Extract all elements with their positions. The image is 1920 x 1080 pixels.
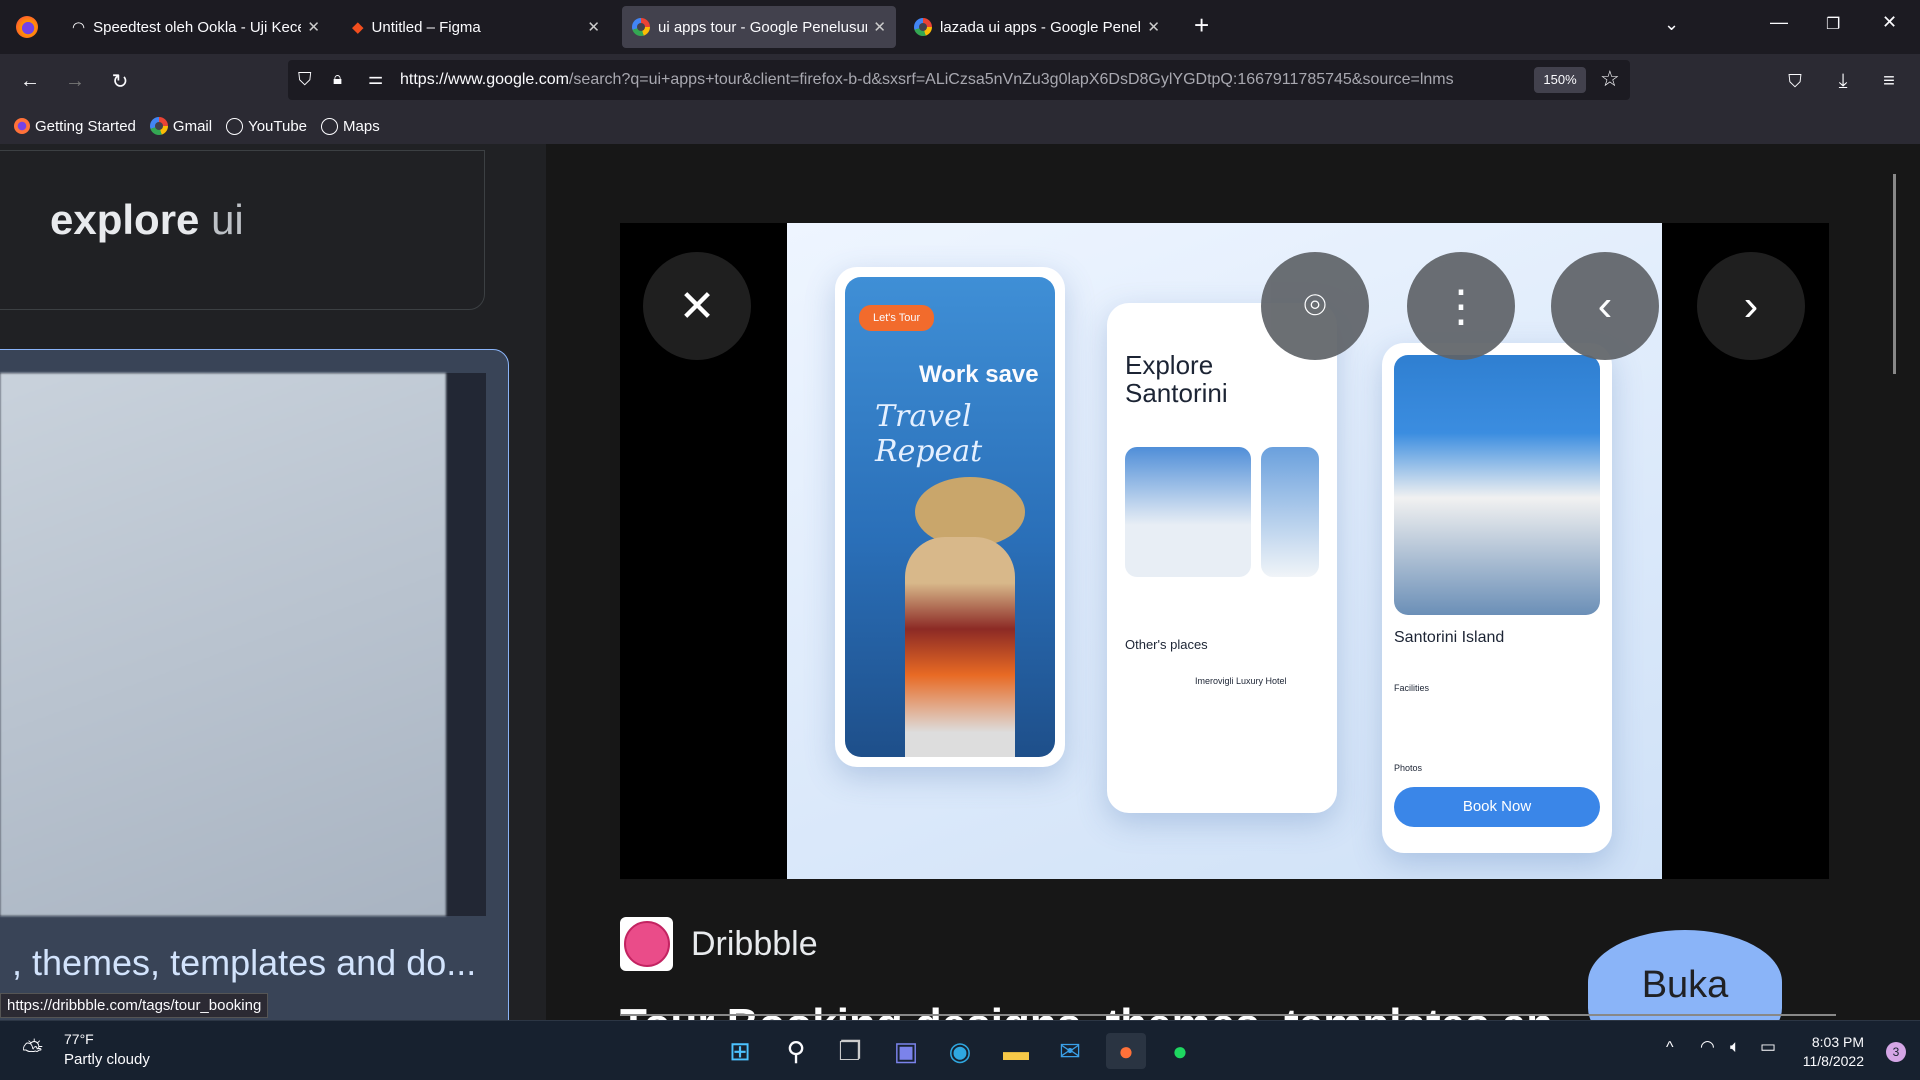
list-tabs-icon[interactable]: ⌄ [1664,14,1679,35]
results-pane: explore ui , themes, templates and do...… [0,144,546,1020]
task-view-icon[interactable]: ❐ [832,1033,868,1069]
link-status-tooltip: https://dribbble.com/tags/tour_booking [0,993,269,1018]
next-image-button[interactable]: › [1697,252,1805,360]
bookmark-youtube[interactable]: YouTube [226,117,307,135]
google-lens-button[interactable]: ⌾ [1261,252,1369,360]
new-tab-button[interactable]: + [1194,10,1209,41]
explore-heading: explore ui [50,196,244,243]
close-tab-icon[interactable]: ✕ [307,18,320,36]
url-text[interactable]: https://www.google.com/search?q=ui+apps+… [400,71,1525,89]
permissions-icon[interactable]: ⚌ [368,69,383,89]
search-icon[interactable]: ⚲ [778,1033,814,1069]
tray-chevron-icon[interactable]: ^ [1666,1039,1674,1057]
close-tab-icon[interactable]: ✕ [1147,18,1160,36]
google-icon [914,18,932,36]
google-icon [632,18,650,36]
preview-image[interactable]: Let's Tour Work save Travel Repeat Explo… [787,223,1662,879]
battery-icon[interactable]: ▭ [1760,1037,1776,1057]
bookmark-getting-started[interactable]: Getting Started [14,118,136,135]
bookmark-star-icon[interactable]: ☆ [1600,66,1620,92]
google-icon [149,117,168,135]
shield-icon[interactable]: ⛉ [298,69,312,90]
firefox-icon [14,118,30,134]
more-options-button[interactable]: ⋮ [1407,252,1515,360]
clock[interactable]: 8:03 PM 11/8/2022 [1803,1033,1864,1071]
notification-badge[interactable]: 3 [1886,1042,1906,1062]
previous-image-button[interactable]: ‹ [1551,252,1659,360]
reload-icon[interactable]: ↻ [105,66,135,96]
back-icon[interactable]: ← [15,66,45,96]
start-icon[interactable]: ⊞ [722,1033,758,1069]
close-window-button[interactable]: ✕ [1882,12,1897,33]
divider [620,1014,1836,1016]
result-thumbnail[interactable] [0,373,486,916]
pocket-icon[interactable]: ⛉ [1780,66,1810,96]
edge-icon[interactable]: ◉ [942,1033,978,1069]
wifi-icon[interactable]: ◠ [1700,1037,1715,1057]
mock-phone-3: Santorini Island Facilities Photos Book … [1382,343,1612,853]
file-explorer-icon[interactable]: ▬ [998,1033,1034,1069]
result-title[interactable]: , themes, templates and do... [12,942,476,984]
tab-figma[interactable]: ◆ Untitled – Figma ✕ [342,6,610,48]
dribbble-logo [620,917,673,971]
figma-icon: ◆ [352,19,364,36]
mock-phone-1: Let's Tour Work save Travel Repeat [835,267,1065,767]
mock-phone-2: Explore Santorini Other's places Imerovi… [1107,303,1337,813]
download-icon[interactable]: ⤓ [1828,66,1858,96]
firefox-menu-icon[interactable] [16,16,38,38]
teams-chat-icon[interactable]: ▣ [888,1033,924,1069]
weather-temp[interactable]: 77°F [64,1031,94,1047]
bookmark-maps[interactable]: Maps [321,117,380,135]
close-tab-icon[interactable]: ✕ [587,18,600,36]
globe-icon [226,117,244,135]
weather-icon[interactable]: ⛅︎ [22,1035,43,1067]
page-content: explore ui , themes, templates and do...… [0,144,1920,1020]
open-button[interactable]: Buka [1588,930,1782,1020]
globe-icon [321,117,339,135]
lock-icon[interactable]: 🔒︎ [333,69,342,89]
bookmarks-toolbar: Getting Started Gmail YouTube Maps [0,108,1920,144]
speedtest-icon: ◠ [72,19,86,36]
forward-icon[interactable]: → [60,66,90,96]
minimize-button[interactable]: — [1770,12,1788,33]
bookmark-gmail[interactable]: Gmail [149,117,212,135]
volume-icon[interactable]: 🔈︎ [1730,1037,1740,1057]
weather-desc[interactable]: Partly cloudy [64,1051,150,1068]
spotify-icon[interactable]: ● [1162,1033,1198,1069]
restore-button[interactable]: ❐ [1826,14,1840,34]
firefox-taskbar-icon[interactable]: ● [1106,1033,1146,1069]
scrollbar[interactable] [1893,174,1896,374]
preview-title-link[interactable]: Tour Booking designs, themes, templates … [620,1000,1553,1020]
zoom-level-button[interactable]: 150% [1534,67,1586,93]
thumbnail-image [0,373,446,916]
tab-strip: ◠Speedtest oleh Ookla - Uji Kecepatan✕ ◆… [0,0,1920,54]
close-preview-button[interactable]: ✕ [643,252,751,360]
image-source[interactable]: Dribbble [620,917,818,971]
tab-speedtest[interactable]: ◠Speedtest oleh Ookla - Uji Kecepatan✕ [62,6,330,48]
image-preview-panel: Let's Tour Work save Travel Repeat Explo… [546,144,1920,1020]
mail-icon[interactable]: ✉ [1052,1033,1088,1069]
windows-taskbar: ⛅︎ 77°F Partly cloudy ⊞ ⚲ ❐ ▣ ◉ ▬ ✉ ● ● … [0,1020,1920,1080]
menu-icon[interactable]: ≡ [1874,66,1904,96]
tab-lazada[interactable]: lazada ui apps - Google Penelusuran✕ [904,6,1170,48]
tab-ui-apps-tour[interactable]: ui apps tour - Google Penelusuran ✕ [622,6,896,48]
close-tab-icon[interactable]: ✕ [873,18,886,36]
address-bar[interactable]: ⛉ 🔒︎ ⚌ https://www.google.com/search?q=u… [288,60,1630,100]
